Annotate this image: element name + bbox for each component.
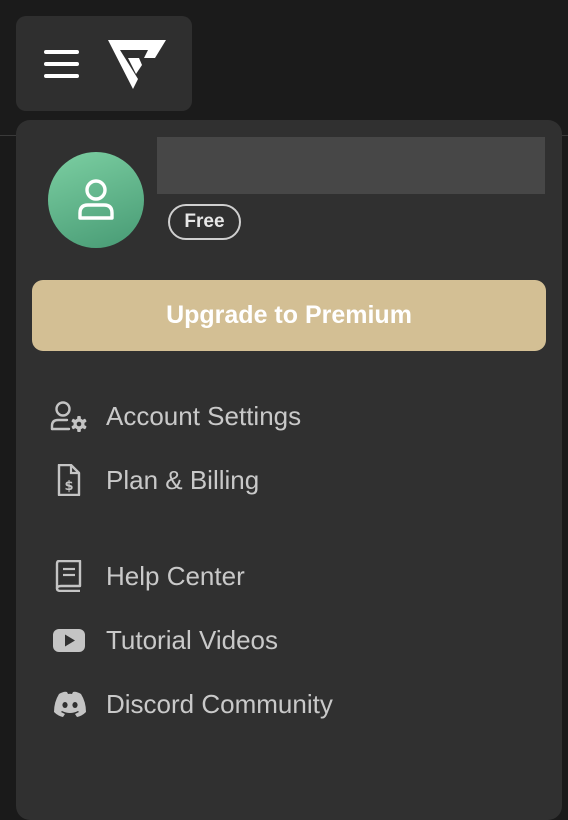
menu-item-label: Plan & Billing bbox=[106, 465, 260, 495]
menu-item-tutorial-videos[interactable]: Tutorial Videos bbox=[50, 618, 530, 662]
brand-logo-icon[interactable] bbox=[106, 36, 168, 91]
plan-badge: Free bbox=[168, 204, 241, 240]
youtube-icon bbox=[53, 629, 85, 652]
account-dropdown-menu: Free Upgrade to Premium Account Settings… bbox=[16, 120, 562, 820]
menu-item-label: Tutorial Videos bbox=[106, 625, 278, 655]
user-icon bbox=[78, 179, 114, 220]
upgrade-premium-button[interactable]: Upgrade to Premium bbox=[32, 280, 546, 351]
brand-header bbox=[16, 16, 192, 111]
menu-item-help-center[interactable]: Help Center bbox=[50, 554, 530, 598]
top-bar bbox=[0, 0, 568, 136]
hamburger-menu-icon[interactable] bbox=[42, 46, 82, 82]
invoice-dollar-icon: $ bbox=[57, 464, 81, 496]
menu-item-account-settings[interactable]: Account Settings bbox=[50, 394, 530, 438]
book-icon bbox=[55, 560, 82, 592]
menu-item-plan-billing[interactable]: $ Plan & Billing bbox=[50, 458, 530, 502]
svg-text:$: $ bbox=[64, 479, 73, 494]
menu-item-discord-community[interactable]: Discord Community bbox=[50, 682, 530, 726]
menu-item-label: Discord Community bbox=[106, 689, 333, 719]
menu-item-label: Account Settings bbox=[106, 401, 302, 431]
user-gear-icon bbox=[50, 401, 87, 432]
username bbox=[157, 137, 545, 194]
avatar[interactable] bbox=[48, 152, 144, 248]
menu-item-label: Help Center bbox=[106, 561, 245, 591]
discord-icon bbox=[54, 691, 86, 717]
